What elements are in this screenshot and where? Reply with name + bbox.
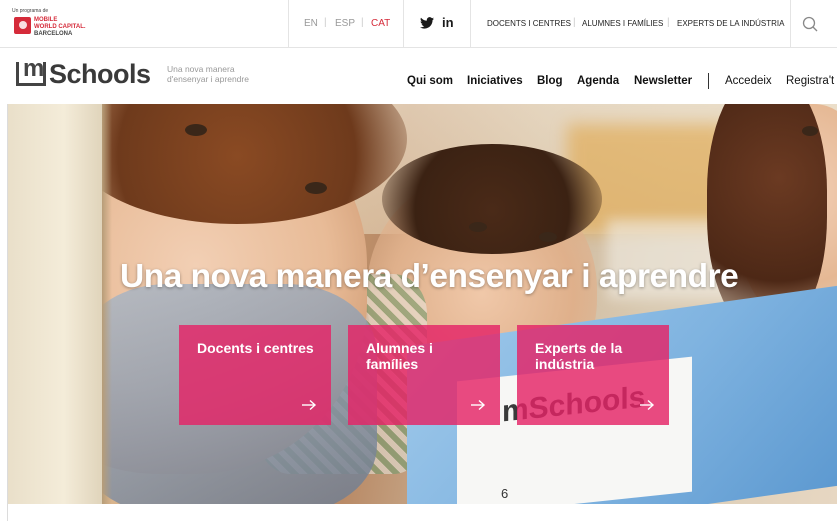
mwc-barcelona-logo[interactable]: Un programa de MOBILE WORLD CAPITAL. BAR… — [12, 8, 122, 42]
tagline-line-1: Una nova manera — [167, 64, 235, 74]
toplink-docents[interactable]: DOCENTS I CENTRES — [487, 19, 571, 28]
divider — [470, 0, 471, 48]
mschools-logo[interactable]: m Schools — [16, 57, 156, 89]
card-title: Experts de la indústria — [535, 340, 623, 372]
hero-photo-element — [102, 104, 112, 504]
toplink-divider: | — [667, 17, 670, 28]
box-number: 6 — [501, 486, 509, 501]
tagline-line-2: d'ensenyar i aprendre — [167, 74, 249, 84]
toplink-alumnes[interactable]: ALUMNES I FAMÍLIES — [582, 19, 663, 28]
mwc-line-1: MOBILE — [34, 17, 58, 23]
hero-photo-element — [7, 104, 102, 504]
toplink-experts[interactable]: EXPERTS DE LA INDÚSTRIA — [677, 19, 784, 28]
search-icon[interactable] — [800, 14, 820, 34]
divider — [403, 0, 404, 48]
logo-wordmark: Schools — [49, 59, 151, 89]
hero-photo-element — [802, 126, 818, 136]
hero-photo-element — [305, 182, 327, 194]
arrow-right-icon — [640, 399, 655, 411]
arrow-right-icon — [471, 399, 486, 411]
card-title: Docents i centres — [197, 340, 314, 356]
site-tagline: Una nova manera d'ensenyar i aprendre — [167, 64, 267, 84]
hero-photo-element — [539, 232, 557, 242]
nav-newsletter[interactable]: Newsletter — [634, 75, 692, 87]
lang-esp[interactable]: ESP — [335, 18, 355, 29]
twitter-icon[interactable] — [420, 17, 434, 29]
nav-agenda[interactable]: Agenda — [577, 75, 619, 87]
login-link[interactable]: Accedeix — [725, 75, 772, 87]
nav-iniciatives[interactable]: Iniciatives — [467, 75, 523, 87]
mwc-line-2: WORLD CAPITAL. — [34, 24, 86, 30]
card-docents[interactable]: Docents i centres — [179, 325, 331, 425]
hero-photo-element — [382, 144, 602, 254]
hero-title: Una nova manera d’ensenyar i aprendre — [120, 258, 739, 295]
toplink-divider: | — [573, 17, 576, 28]
lang-divider: | — [361, 17, 364, 28]
card-title: Alumnes i famílies — [366, 340, 433, 372]
divider — [288, 0, 289, 48]
mwc-logo-icon — [14, 17, 31, 34]
nav-divider — [708, 73, 709, 89]
card-alumnes[interactable]: Alumnes i famílies — [348, 325, 500, 425]
nav-qui-som[interactable]: Qui som — [407, 75, 453, 87]
register-link[interactable]: Registra't — [786, 75, 834, 87]
lang-divider: | — [324, 17, 327, 28]
page-edge-rule — [7, 104, 8, 521]
lang-cat[interactable]: CAT — [371, 18, 390, 29]
card-experts[interactable]: Experts de la indústria — [517, 325, 669, 425]
hero-photo-element — [469, 222, 487, 232]
nav-blog[interactable]: Blog — [537, 75, 563, 87]
hero-banner: mSchools 6 Una nova manera d’ensenyar i … — [7, 104, 837, 504]
main-header: m Schools Una nova manera d'ensenyar i a… — [0, 48, 837, 104]
lang-en[interactable]: EN — [304, 18, 318, 29]
arrow-right-icon — [302, 399, 317, 411]
mwc-line-3: BARCELONA — [34, 31, 73, 37]
logo-m-bracket: m — [16, 57, 46, 86]
program-label: Un programa de — [12, 8, 49, 14]
divider — [790, 0, 791, 48]
top-utility-bar: Un programa de MOBILE WORLD CAPITAL. BAR… — [0, 0, 837, 48]
logo-m-letter: m — [23, 55, 45, 82]
hero-photo-element — [185, 124, 207, 136]
linkedin-icon[interactable]: in — [442, 15, 454, 30]
